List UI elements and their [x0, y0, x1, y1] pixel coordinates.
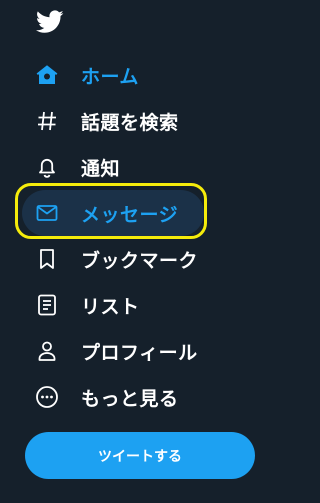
person-icon: [34, 338, 60, 364]
nav-item-home[interactable]: ホーム: [0, 55, 281, 95]
nav-item-label: 通知: [81, 157, 121, 180]
bookmark-icon: [34, 246, 60, 272]
nav-item-label: 話題を検索: [81, 111, 179, 134]
nav-item-profile[interactable]: プロフィール: [0, 331, 281, 371]
nav-item-explore[interactable]: 話題を検索: [0, 101, 281, 141]
nav-item-bookmarks[interactable]: ブックマーク: [0, 239, 281, 279]
twitter-logo-icon[interactable]: [36, 10, 64, 34]
nav-item-lists[interactable]: リスト: [0, 285, 281, 325]
more-circle-icon: [34, 384, 60, 410]
nav-item-more[interactable]: もっと見る: [0, 377, 281, 417]
nav-item-notifications[interactable]: 通知: [0, 147, 281, 187]
tweet-button[interactable]: ツイートする: [25, 432, 255, 479]
nav-item-label: ホーム: [81, 65, 139, 88]
nav-item-label: ブックマーク: [81, 249, 199, 272]
nav-item-label: プロフィール: [81, 341, 198, 364]
home-icon: [34, 62, 60, 88]
nav-item-label: リスト: [81, 295, 140, 318]
nav-item-label: もっと見る: [81, 387, 179, 410]
annotation-highlight-ring: [15, 183, 207, 239]
bell-icon: [34, 154, 60, 180]
hashtag-icon: [34, 108, 60, 134]
list-icon: [34, 292, 60, 318]
